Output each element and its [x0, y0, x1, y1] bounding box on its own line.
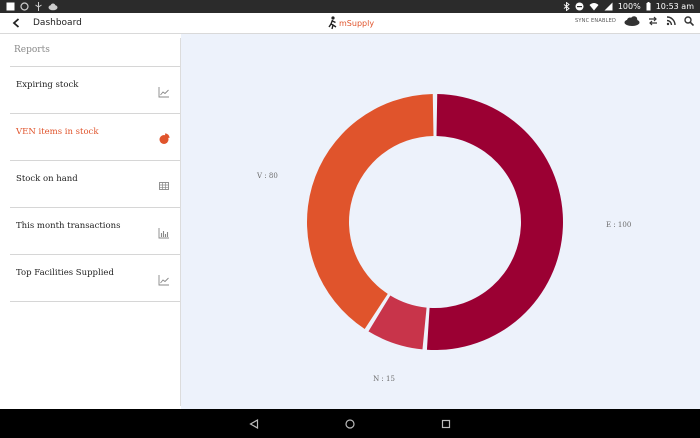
chevron-left-icon: [12, 18, 20, 28]
nav-back-button[interactable]: [246, 416, 262, 432]
donut-slice-v[interactable]: [307, 94, 434, 329]
square-recents-icon: [441, 419, 451, 428]
status-bar-right: 100% 10:53 am: [563, 0, 694, 13]
android-nav-bar: [0, 409, 700, 438]
status-bar-left: [6, 2, 58, 11]
sidebar-item-label: Expiring stock: [16, 80, 79, 90]
usb-icon: [35, 2, 42, 11]
logo-text: mSupply: [339, 18, 375, 28]
chart-panel: E : 100 N : 15 V : 80: [181, 34, 700, 409]
status-bar: 100% 10:53 am: [0, 0, 700, 13]
sidebar-item-ven-items[interactable]: VEN items in stock: [10, 114, 180, 161]
sidebar-item-expiring-stock[interactable]: Expiring stock: [10, 67, 180, 114]
slice-label-v: V : 80: [256, 172, 278, 180]
bar-chart-icon: [158, 228, 169, 239]
sidebar-item-stock-on-hand[interactable]: Stock on hand: [10, 161, 180, 208]
donut-slice-e[interactable]: [426, 94, 563, 351]
signal-icon: [604, 2, 613, 11]
page-title: Dashboard: [33, 18, 82, 28]
sidebar-item-top-facilities[interactable]: Top Facilities Supplied: [10, 255, 180, 302]
table-icon: [159, 182, 169, 190]
sidebar-item-label: This month transactions: [16, 221, 121, 231]
battery-percent: 100%: [617, 2, 641, 11]
reports-sidebar: Reports Expiring stock VEN items in stoc…: [10, 38, 181, 406]
cloud-sync-icon[interactable]: [624, 16, 640, 26]
back-button[interactable]: [9, 16, 23, 30]
bluetooth-icon: [563, 2, 570, 11]
ven-donut-chart: E : 100 N : 15 V : 80: [256, 94, 631, 383]
slice-label-n: N : 15: [373, 375, 395, 383]
triangle-back-icon: [249, 418, 259, 429]
app-header: Dashboard mSupply SYNC ENABLED: [0, 13, 700, 34]
line-chart-icon: [158, 275, 169, 286]
cloud-small-icon: [48, 3, 58, 11]
notification-square-icon: [6, 2, 15, 11]
runner-logo-icon: [328, 16, 337, 30]
nav-home-button[interactable]: [342, 416, 358, 432]
sidebar-item-label: Stock on hand: [16, 174, 78, 184]
sync-status-label: SYNC ENABLED: [575, 18, 616, 24]
line-chart-icon: [158, 87, 169, 98]
settings-dot-icon: [20, 2, 29, 11]
pie-chart-icon: [159, 133, 170, 144]
search-icon[interactable]: [684, 16, 694, 26]
battery-icon: [646, 2, 651, 11]
sidebar-item-label: Top Facilities Supplied: [16, 268, 114, 278]
msupply-logo: mSupply: [328, 16, 374, 30]
do-not-disturb-icon: [575, 2, 584, 11]
sync-area: SYNC ENABLED: [575, 16, 694, 26]
slice-label-e: E : 100: [606, 221, 631, 229]
sidebar-heading: Reports: [10, 38, 180, 67]
sidebar-item-label: VEN items in stock: [16, 127, 99, 137]
circle-home-icon: [345, 418, 355, 429]
rss-feed-icon[interactable]: [666, 16, 676, 26]
nav-recents-button[interactable]: [438, 416, 454, 432]
clock: 10:53 am: [655, 2, 694, 11]
transfer-arrows-icon[interactable]: [648, 16, 658, 26]
sidebar-item-month-transactions[interactable]: This month transactions: [10, 208, 180, 255]
wifi-icon: [589, 3, 599, 11]
